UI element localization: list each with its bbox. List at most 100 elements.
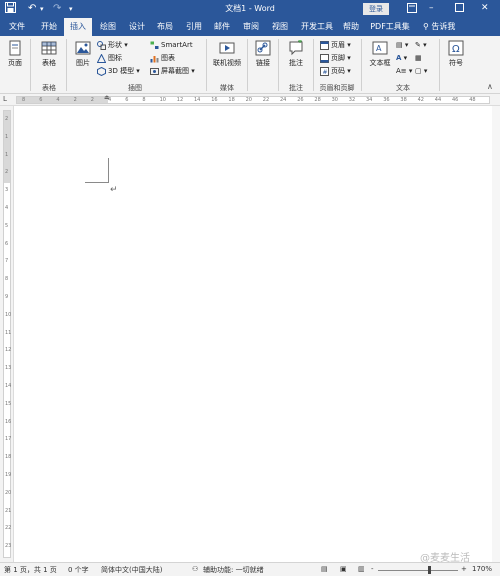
close-icon[interactable]: ✕ — [481, 3, 489, 13]
footer-label: 页脚 — [331, 54, 345, 62]
tab-mailings[interactable]: 邮件 — [210, 18, 234, 36]
restore-ribbon-icon[interactable] — [407, 3, 417, 16]
page-number-button[interactable]: # 页码 ▾ — [320, 66, 351, 76]
wordart-icon[interactable]: A ▾ — [396, 53, 407, 63]
header-button[interactable]: 页眉 ▾ — [320, 40, 351, 50]
collapse-ribbon-icon[interactable]: ∧ — [487, 82, 493, 91]
ruler-number: 2 — [90, 97, 94, 103]
group-divider — [361, 39, 362, 91]
comment-button[interactable]: 批注 — [285, 40, 307, 68]
tab-file[interactable]: 文件 — [5, 18, 29, 36]
svg-text:#: # — [323, 69, 328, 76]
document-page[interactable]: ↵ — [14, 106, 500, 562]
vertical-scrollbar[interactable] — [492, 106, 500, 562]
quick-parts-icon[interactable]: ▤ ▾ — [396, 40, 408, 50]
ruler-number: 9 — [5, 294, 9, 300]
login-button[interactable]: 登录 — [363, 3, 389, 15]
drop-cap-icon[interactable]: A≡ ▾ — [396, 66, 412, 76]
ruler-number: 13 — [5, 365, 12, 372]
chart-button[interactable]: 图表 — [150, 53, 175, 63]
word-count[interactable]: 0 个字 — [68, 565, 89, 575]
signature-line-icon[interactable]: ✎ ▾ — [415, 40, 427, 50]
tab-pdf-tools[interactable]: PDF工具集 — [366, 18, 414, 36]
ruler-number: 21 — [5, 507, 12, 514]
print-layout-icon[interactable]: ▣ — [340, 565, 347, 573]
page-count[interactable]: 第 1 页，共 1 页 — [4, 565, 57, 575]
tell-me-box[interactable]: ⚲ 告诉我 — [423, 18, 455, 36]
date-time-icon[interactable]: ▦ — [415, 53, 422, 63]
maximize-icon[interactable] — [455, 3, 464, 15]
comment-icon — [289, 40, 303, 56]
ruler-number: 44 — [434, 97, 442, 103]
svg-text:Ω: Ω — [452, 44, 460, 55]
group-divider — [66, 39, 67, 91]
read-mode-icon[interactable]: ▤ — [321, 565, 328, 573]
icons-button[interactable]: 图标 — [97, 53, 122, 63]
zoom-out-button[interactable]: - — [371, 565, 374, 573]
pages-button[interactable]: 页面 — [4, 40, 26, 68]
ruler-number: 2 — [73, 97, 77, 103]
ruler-number: 38 — [400, 97, 407, 103]
3d-models-button[interactable]: 3D 模型 ▾ — [97, 66, 140, 76]
textbox-icon: A — [372, 41, 388, 55]
language-indicator[interactable]: 简体中文(中国大陆) — [101, 565, 162, 575]
tab-home[interactable]: 开始 — [37, 18, 61, 36]
web-layout-icon[interactable]: ▥ — [358, 565, 365, 573]
ruler-number: 18 — [5, 454, 12, 461]
tab-draw[interactable]: 绘图 — [96, 18, 120, 36]
picture-button[interactable]: 图片 — [72, 40, 94, 68]
shapes-button[interactable]: 形状 ▾ — [97, 40, 128, 50]
icons-label: 图标 — [108, 54, 122, 62]
tab-help[interactable]: 帮助 — [339, 18, 363, 36]
zoom-slider[interactable] — [378, 570, 458, 571]
group-label-illustrations: 插图 — [128, 84, 142, 92]
zoom-slider-thumb[interactable] — [428, 566, 431, 574]
ruler-number: 12 — [176, 97, 184, 103]
link-label: 链接 — [256, 59, 270, 67]
minimize-icon[interactable]: – — [429, 3, 434, 13]
video-icon — [219, 42, 235, 54]
ruler-number: 6 — [39, 97, 43, 103]
tab-review[interactable]: 审阅 — [239, 18, 263, 36]
object-icon[interactable]: ▢ ▾ — [415, 66, 427, 76]
group-divider — [206, 39, 207, 91]
zoom-in-button[interactable]: + — [461, 565, 467, 573]
icons-icon — [97, 53, 106, 63]
link-button[interactable]: 链接 — [252, 40, 274, 68]
ruler-number: 4 — [108, 97, 112, 103]
group-divider — [278, 39, 279, 91]
ruler-number: 32 — [348, 97, 356, 103]
tab-developer[interactable]: 开发工具 — [297, 18, 337, 36]
group-divider — [313, 39, 314, 91]
online-video-button[interactable]: 联机视频 — [210, 40, 244, 68]
zoom-level[interactable]: 170% — [472, 565, 492, 573]
tab-view[interactable]: 视图 — [268, 18, 292, 36]
accessibility-icon[interactable]: ⚇ — [192, 565, 198, 573]
accessibility-status[interactable]: 辅助功能: 一切就绪 — [203, 565, 264, 575]
horizontal-ruler[interactable]: L ⏏ 8 6 4 2 2 4 6 8 10 12 14 16 18 20 22 24 26 28 30 32 34 36… — [0, 94, 500, 106]
watermark: @麦麦生活 — [420, 553, 470, 564]
tab-insert[interactable]: 插入 — [64, 18, 92, 36]
ruler-number: 6 — [5, 240, 9, 247]
margin-crop-mark — [85, 158, 109, 183]
smartart-button[interactable]: SmartArt — [150, 40, 193, 50]
symbol-button[interactable]: Ω 符号 — [444, 40, 468, 68]
footer-icon — [320, 53, 329, 63]
tab-layout[interactable]: 布局 — [153, 18, 177, 36]
textbox-button[interactable]: A 文本框 — [366, 40, 394, 68]
group-divider — [30, 39, 31, 91]
3d-models-label: 3D 模型 — [108, 67, 135, 75]
table-button[interactable]: 表格 — [37, 40, 61, 68]
ruler-number: 1 — [5, 133, 9, 140]
tab-references[interactable]: 引用 — [182, 18, 206, 36]
cube-icon — [97, 66, 106, 76]
footer-button[interactable]: 页脚 ▾ — [320, 53, 351, 63]
ruler-number: 7 — [5, 258, 9, 265]
tab-selector-icon[interactable]: L — [3, 95, 7, 103]
screenshot-button[interactable]: 屏幕截图 ▾ — [150, 66, 195, 76]
tab-design[interactable]: 设计 — [125, 18, 149, 36]
svg-text:A: A — [376, 44, 382, 53]
title-bar: ↶ ▾ ↷ ▾ 文档1 - Word 登录 – ✕ — [0, 0, 500, 18]
vertical-ruler[interactable]: 2 1 1 2 3 4 5 6 7 8 9 10 11 12 13 14 15 16 17 18 19 20 21 22 23 — [0, 106, 14, 562]
picture-icon — [75, 41, 91, 55]
